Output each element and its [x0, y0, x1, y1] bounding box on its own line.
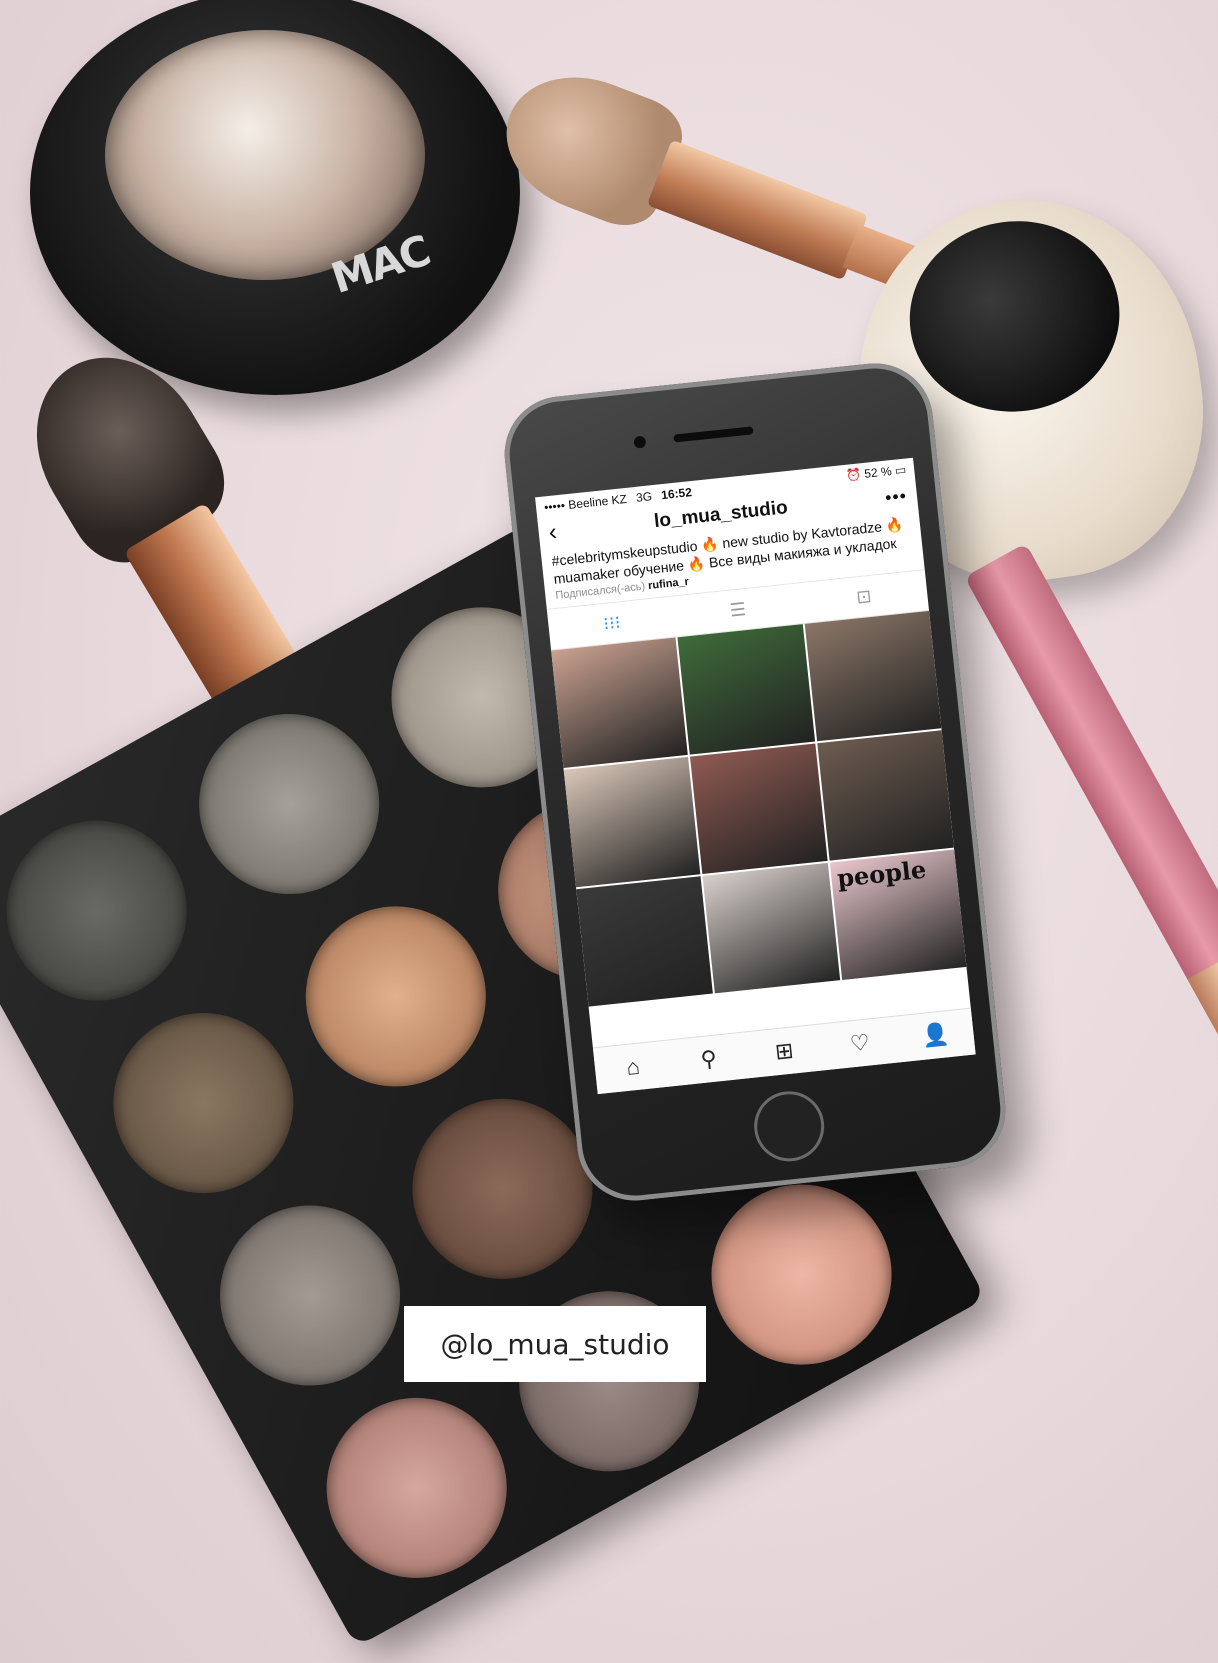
- mac-compact: MAC: [30, 0, 520, 395]
- post-thumbnail[interactable]: [804, 610, 942, 742]
- jar-cap: [897, 207, 1132, 426]
- post-thumbnail[interactable]: [551, 637, 689, 768]
- eyeshadow-pan: [0, 788, 220, 1034]
- handle-label: @lo_mua_studio: [404, 1306, 706, 1382]
- clock: 16:52: [660, 485, 693, 503]
- front-camera: [633, 435, 647, 449]
- post-thumbnail[interactable]: [563, 756, 701, 888]
- list-icon[interactable]: ☰: [723, 596, 753, 623]
- iphone: ••••• Beeline KZ 3G 16:52 ⏰ 52 % ▭ ‹ lo_…: [498, 357, 1012, 1207]
- add-icon[interactable]: ⊞: [766, 1033, 803, 1070]
- post-grid: people: [551, 610, 967, 1007]
- tagged-icon[interactable]: ⊡: [849, 583, 879, 610]
- battery-icon: ▭: [894, 462, 907, 478]
- lip-gloss: [964, 543, 1218, 1050]
- post-thumbnail[interactable]: [677, 624, 815, 755]
- home-button[interactable]: [750, 1087, 828, 1165]
- back-icon[interactable]: ‹: [547, 518, 558, 546]
- post-thumbnail[interactable]: people: [829, 849, 967, 981]
- followed-by-user[interactable]: rufina_r: [648, 576, 690, 592]
- network: 3G: [635, 489, 653, 505]
- bottom-tab-bar: ⌂ ⚲ ⊞ ♡ 👤: [592, 1007, 976, 1095]
- eyeshadow-pan: [187, 1173, 433, 1418]
- eyeshadow-pan: [81, 980, 326, 1226]
- instagram-profile-screen: ••••• Beeline KZ 3G 16:52 ⏰ 52 % ▭ ‹ lo_…: [535, 457, 976, 1095]
- battery-level: 52 %: [863, 464, 893, 481]
- search-icon[interactable]: ⚲: [690, 1041, 727, 1078]
- profile-icon[interactable]: 👤: [917, 1017, 954, 1054]
- post-thumbnail[interactable]: [690, 743, 828, 874]
- more-options-icon[interactable]: •••: [884, 485, 908, 508]
- post-thumbnail[interactable]: [576, 876, 714, 1007]
- home-icon[interactable]: ⌂: [614, 1049, 651, 1086]
- eyeshadow-pan: [273, 874, 519, 1119]
- alarm-icon: ⏰: [845, 467, 862, 483]
- grid-icon[interactable]: ⁝⁝⁝: [597, 610, 627, 637]
- post-thumbnail[interactable]: [816, 730, 954, 861]
- earpiece: [673, 426, 754, 443]
- eyeshadow-pan: [294, 1365, 540, 1611]
- post-thumbnail[interactable]: [702, 862, 840, 994]
- heart-icon[interactable]: ♡: [841, 1025, 878, 1062]
- eyeshadow-pan: [166, 681, 412, 927]
